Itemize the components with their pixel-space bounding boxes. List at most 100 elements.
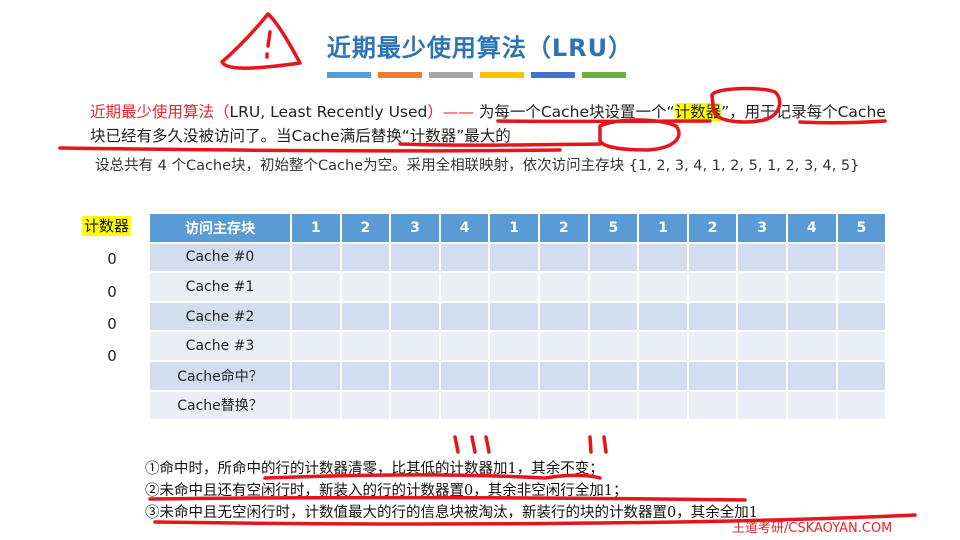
access-block-7: 1 xyxy=(637,212,689,244)
table-cell xyxy=(637,300,689,333)
title-bar-5 xyxy=(582,72,626,78)
access-block-5: 2 xyxy=(537,212,590,244)
setup-description: 设总共有 4 个Cache块，初始整个Cache为空。采用全相联映射，依次访问主… xyxy=(95,158,860,174)
access-block-4: 1 xyxy=(488,212,540,244)
table-cell xyxy=(290,389,342,422)
table-cell xyxy=(339,330,392,362)
table-cell xyxy=(537,271,590,303)
table-cell xyxy=(587,359,640,392)
table-cell xyxy=(835,271,888,303)
table-cell xyxy=(637,389,689,422)
table-cell xyxy=(537,241,590,274)
table-cell xyxy=(290,359,342,392)
row-label: Cache命中？ xyxy=(148,359,292,392)
title-bar-4 xyxy=(531,72,575,78)
table-row: Cache #3 xyxy=(148,330,888,362)
counter-column-label: 计数器 xyxy=(82,216,132,236)
table-cell xyxy=(686,330,739,362)
access-block-8: 2 xyxy=(686,212,739,244)
table-cell xyxy=(438,300,491,333)
table-row: Cache #2 xyxy=(148,300,888,333)
lru-dash: ）—— xyxy=(427,103,474,121)
brand-watermark: 王道考研/CSKAOYAN.COM xyxy=(732,521,893,536)
lru-term: LRU, Least Recently Used xyxy=(229,103,428,121)
table-cell xyxy=(389,271,441,303)
access-block-9: 3 xyxy=(736,212,788,244)
table-cell xyxy=(637,330,689,362)
table-cell xyxy=(290,271,342,303)
table-cell xyxy=(587,330,640,362)
table-cell xyxy=(537,330,590,362)
table-cell xyxy=(290,241,342,274)
table-cell xyxy=(785,300,838,333)
access-block-10: 4 xyxy=(785,212,838,244)
table-row: Cache命中？ xyxy=(148,359,888,392)
access-block-2: 3 xyxy=(389,212,441,244)
table-cell xyxy=(537,389,590,422)
table-cell xyxy=(835,359,888,392)
table-cell xyxy=(488,330,540,362)
table-cell xyxy=(835,241,888,274)
row-label: Cache #2 xyxy=(148,300,292,333)
row-label: Cache #1 xyxy=(148,271,292,303)
counter-highlight: 计数器 xyxy=(674,103,722,121)
table-cell xyxy=(290,300,342,333)
table-cell xyxy=(488,300,540,333)
counter-value-0: 0 xyxy=(107,250,117,268)
underline-definition xyxy=(58,146,562,153)
rule-miss-free: ②未命中且还有空闲行时，新装入的行的计数器置0，其余非空闲行全加1； xyxy=(145,483,628,499)
tick-marks-1 xyxy=(453,435,491,454)
table-cell xyxy=(488,241,540,274)
title-bar-3 xyxy=(480,72,524,78)
table-cell xyxy=(488,389,540,422)
table-header-row: 访问主存块 1 2 3 4 1 2 5 1 2 3 4 5 xyxy=(148,212,888,244)
row-label: Cache #3 xyxy=(148,330,292,362)
counter-value-1: 0 xyxy=(107,283,117,301)
table-cell xyxy=(686,241,739,274)
table-cell xyxy=(438,330,491,362)
tick-marks-2 xyxy=(588,435,608,454)
table-cell xyxy=(637,359,689,392)
table-cell xyxy=(686,389,739,422)
table-cell xyxy=(736,359,788,392)
table-row: Cache #0 xyxy=(148,241,888,274)
table-cell xyxy=(339,389,392,422)
table-cell xyxy=(587,389,640,422)
table-cell xyxy=(339,300,392,333)
table-cell xyxy=(389,300,441,333)
table-cell xyxy=(785,241,838,274)
table-row: Cache #1 xyxy=(148,271,888,303)
table-cell xyxy=(438,359,491,392)
table-row: Cache替换？ xyxy=(148,389,888,422)
access-block-11: 5 xyxy=(835,212,888,244)
table-cell xyxy=(438,241,491,274)
table-cell xyxy=(736,241,788,274)
table-cell xyxy=(736,271,788,303)
table-cell xyxy=(438,271,491,303)
table-cell xyxy=(488,359,540,392)
table-cell xyxy=(587,271,640,303)
table-cell xyxy=(438,389,491,422)
lru-definition: 近期最少使用算法（LRU, Least Recently Used）—— 为每一… xyxy=(90,100,890,148)
table-cell xyxy=(835,330,888,362)
table-cell xyxy=(736,300,788,333)
title-bar-0 xyxy=(327,72,371,78)
title-color-bars xyxy=(327,72,626,78)
row-label: Cache #0 xyxy=(148,241,292,274)
table-cell xyxy=(686,359,739,392)
access-block-1: 2 xyxy=(339,212,392,244)
table-cell xyxy=(736,389,788,422)
page-title: 近期最少使用算法（LRU） xyxy=(326,34,634,62)
table-cell xyxy=(835,389,888,422)
table-cell xyxy=(389,389,441,422)
lru-name: 近期最少使用算法（ xyxy=(90,103,230,121)
table-cell xyxy=(389,330,441,362)
table-cell xyxy=(637,271,689,303)
rule-miss-full: ③未命中且无空闲行时，计数值最大的行的信息块被淘汰，新装行的块的计数器置0，其余… xyxy=(145,505,758,521)
table-cell xyxy=(686,300,739,333)
table-cell xyxy=(587,241,640,274)
table-cell xyxy=(290,330,342,362)
counter-value-2: 0 xyxy=(107,315,117,333)
table-cell xyxy=(537,359,590,392)
header-label-cell: 访问主存块 xyxy=(148,212,292,244)
